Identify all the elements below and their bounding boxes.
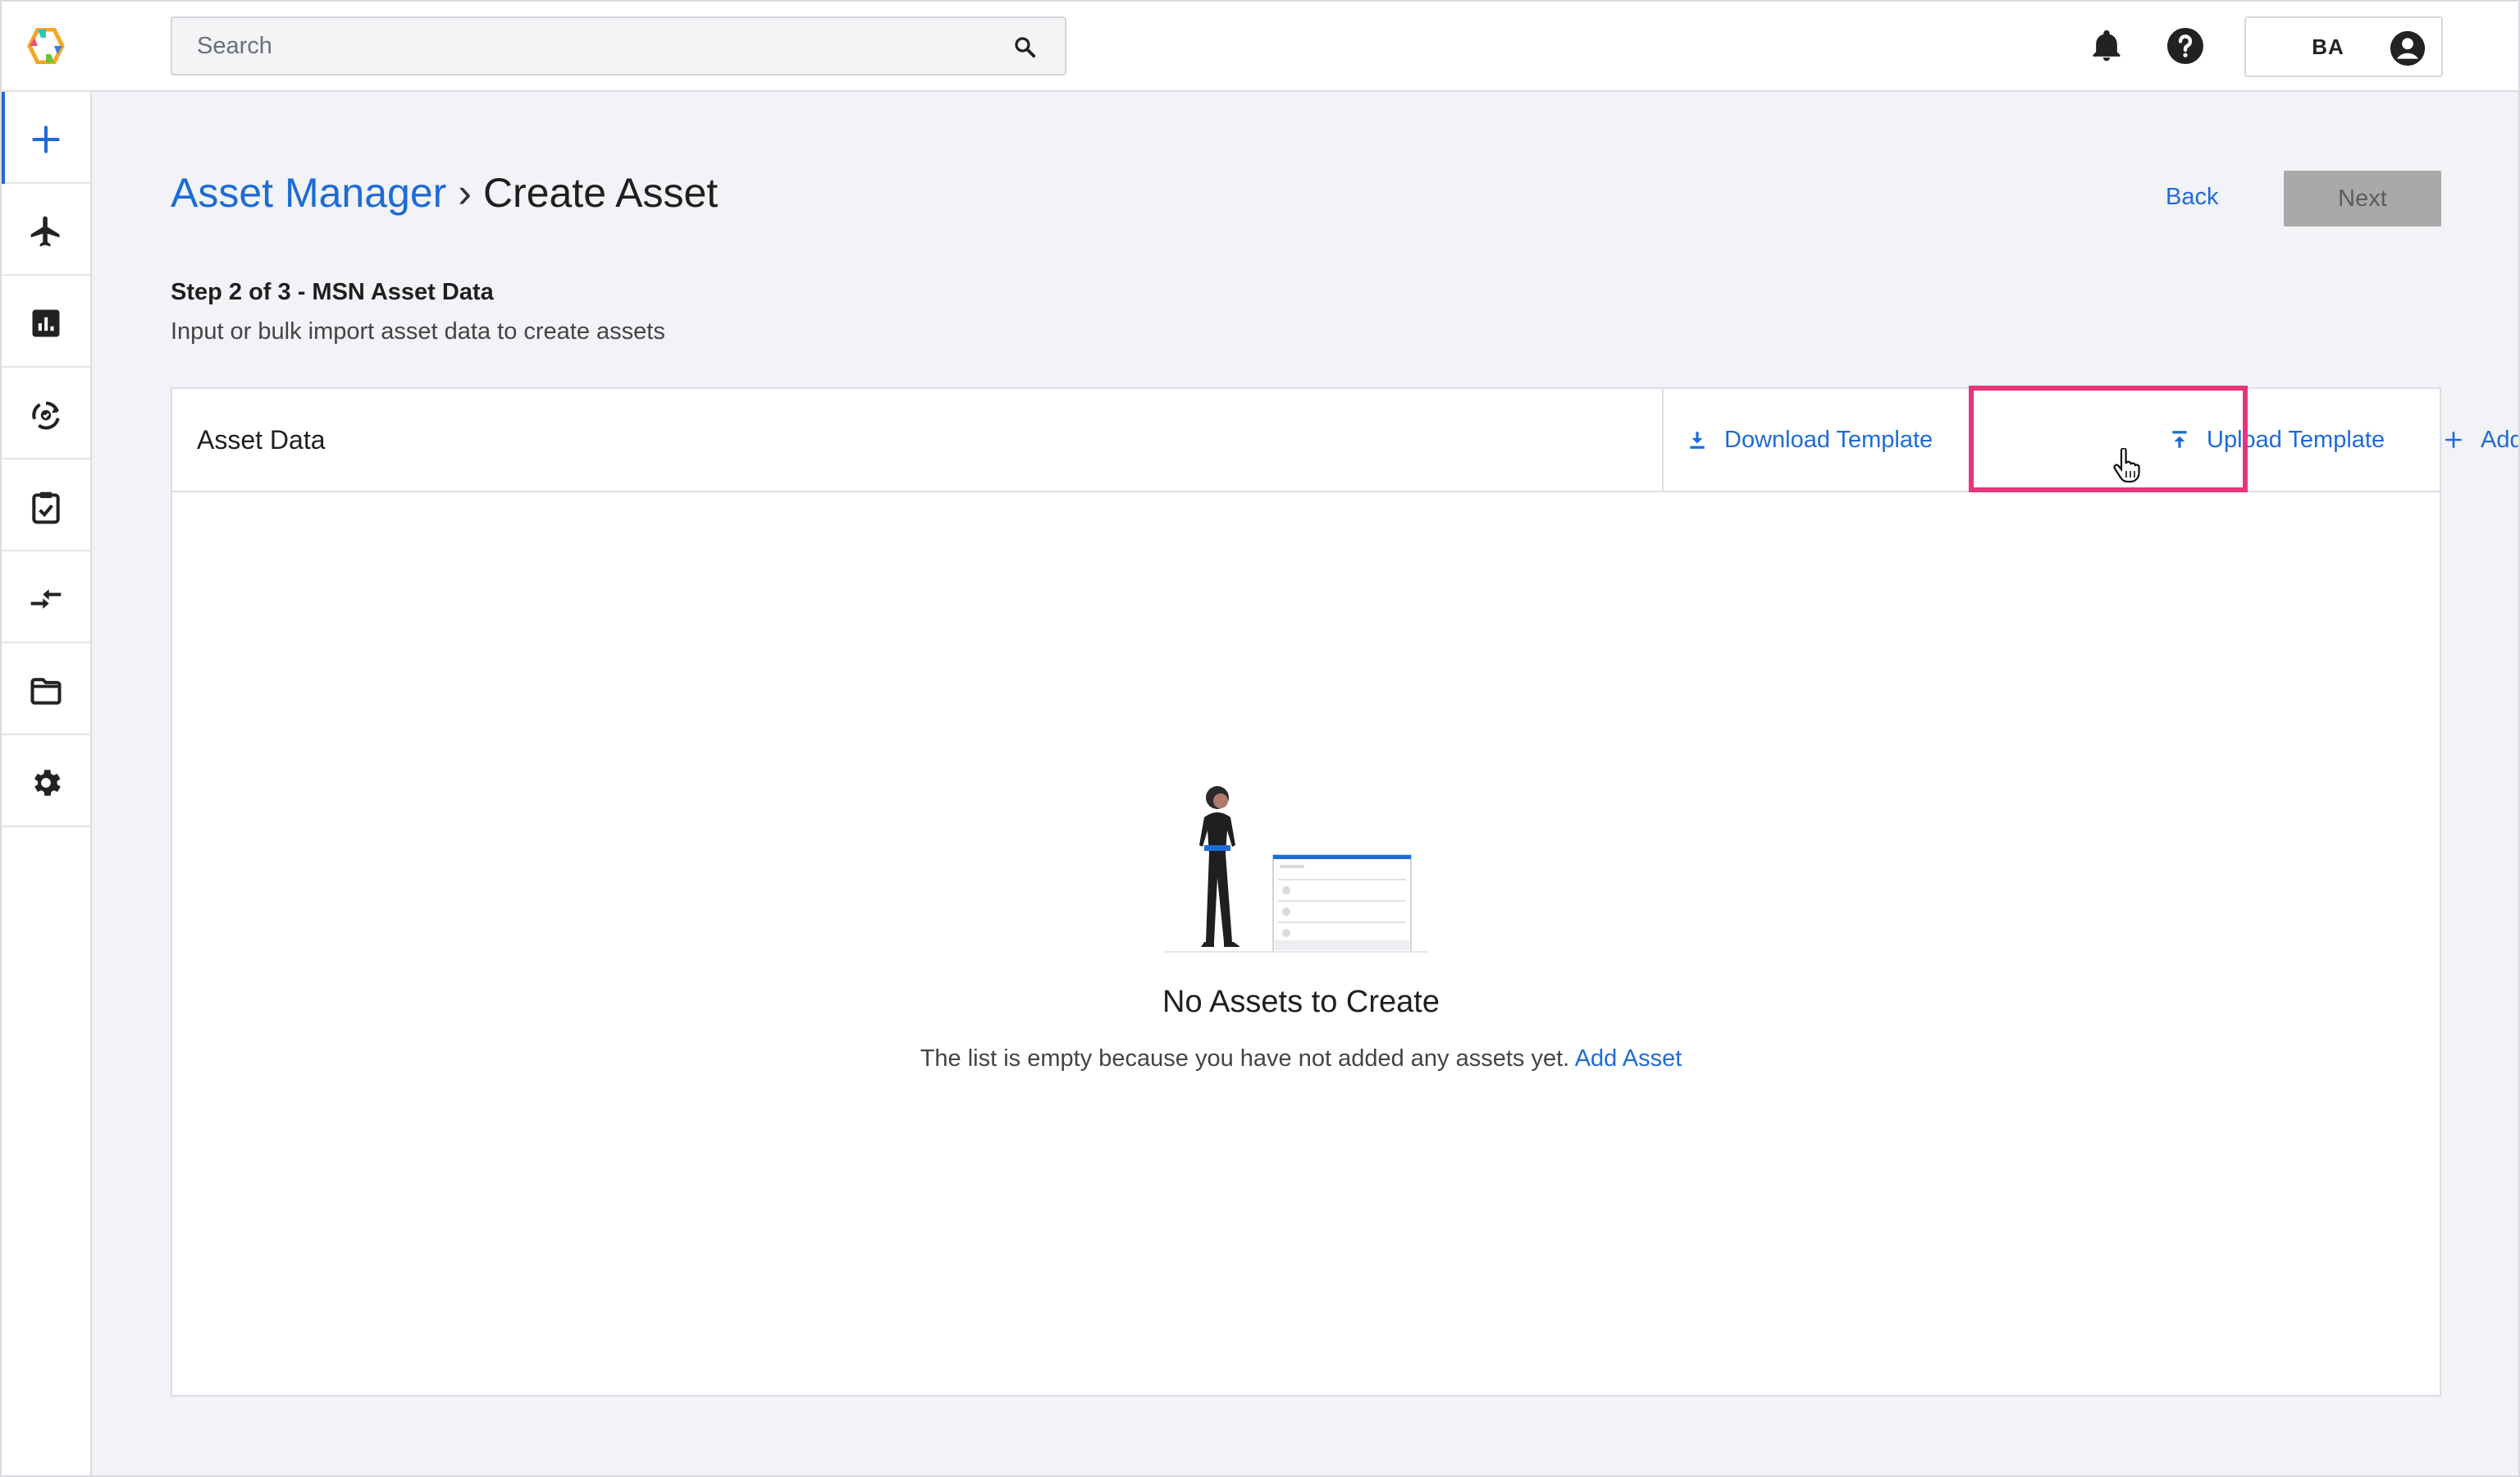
breadcrumb-separator: › — [458, 170, 472, 216]
step-title: Step 2 of 3 - MSN Asset Data — [171, 279, 494, 305]
empty-state-message: The list is empty because you have not a… — [0, 1045, 2520, 1072]
clipboard-check-icon — [32, 492, 60, 524]
breadcrumb-asset-manager-link[interactable]: Asset Manager — [171, 170, 446, 216]
page-title: Create Asset — [482, 170, 719, 216]
add-asset-button[interactable]: Add Asset — [2443, 389, 2520, 491]
top-bar: BA — [0, 0, 2520, 92]
step-subtitle: Input or bulk import asset data to creat… — [171, 318, 665, 345]
sidebar-item-settings[interactable] — [0, 735, 90, 827]
app-logo-icon[interactable] — [26, 28, 66, 64]
search-input[interactable] — [174, 20, 978, 72]
empty-state-illustration — [1165, 786, 1427, 953]
search-box — [171, 16, 1066, 75]
next-button[interactable]: Next — [2284, 171, 2441, 226]
swap-arrows-icon — [30, 589, 62, 609]
account-icon — [2390, 30, 2426, 66]
header-divider — [1662, 389, 1664, 491]
card-header: Asset Data Download Template Upload Temp… — [172, 386, 2520, 492]
user-menu-button[interactable]: BA — [2244, 16, 2443, 77]
upload-icon — [2172, 431, 2187, 448]
user-initials: BA — [2312, 34, 2344, 59]
empty-state-text: The list is empty because you have not a… — [920, 1045, 1570, 1072]
download-icon — [1690, 432, 1705, 449]
sidebar-item-maintenance[interactable] — [0, 368, 90, 460]
folder-icon — [30, 678, 62, 705]
sidebar-item-transfers[interactable] — [0, 551, 90, 643]
help-icon[interactable] — [2166, 26, 2205, 66]
sidebar-item-reports[interactable] — [0, 276, 90, 368]
chart-icon — [32, 309, 60, 337]
gear-icon — [34, 770, 61, 796]
card-title: Asset Data — [197, 425, 326, 455]
sidebar-item-files[interactable] — [0, 643, 90, 735]
download-template-label: Download Template — [1724, 426, 1933, 453]
plus-icon — [32, 126, 60, 153]
plus-icon — [2445, 432, 2462, 448]
cycle-icon — [32, 401, 60, 430]
upload-template-button[interactable]: Upload Template — [2169, 389, 2385, 491]
sidebar-item-aircraft[interactable] — [0, 184, 90, 276]
empty-state-title: No Assets to Create — [1162, 985, 1440, 1019]
add-asset-label: Add Asset — [2481, 426, 2520, 453]
sidebar-item-create[interactable] — [0, 92, 90, 184]
upload-template-label: Upload Template — [2207, 426, 2385, 453]
bell-icon[interactable] — [2089, 28, 2125, 64]
search-icon[interactable] — [1012, 34, 1037, 59]
back-button[interactable]: Back — [2149, 172, 2235, 225]
empty-state-add-asset-link[interactable]: Add Asset — [1575, 1045, 1682, 1072]
sidebar — [0, 92, 92, 1477]
airplane-icon — [30, 216, 60, 247]
download-template-button[interactable]: Download Template — [1687, 389, 1933, 491]
breadcrumb: Asset Manager › Create Asset — [171, 169, 718, 217]
sidebar-item-tasks[interactable] — [0, 460, 90, 551]
